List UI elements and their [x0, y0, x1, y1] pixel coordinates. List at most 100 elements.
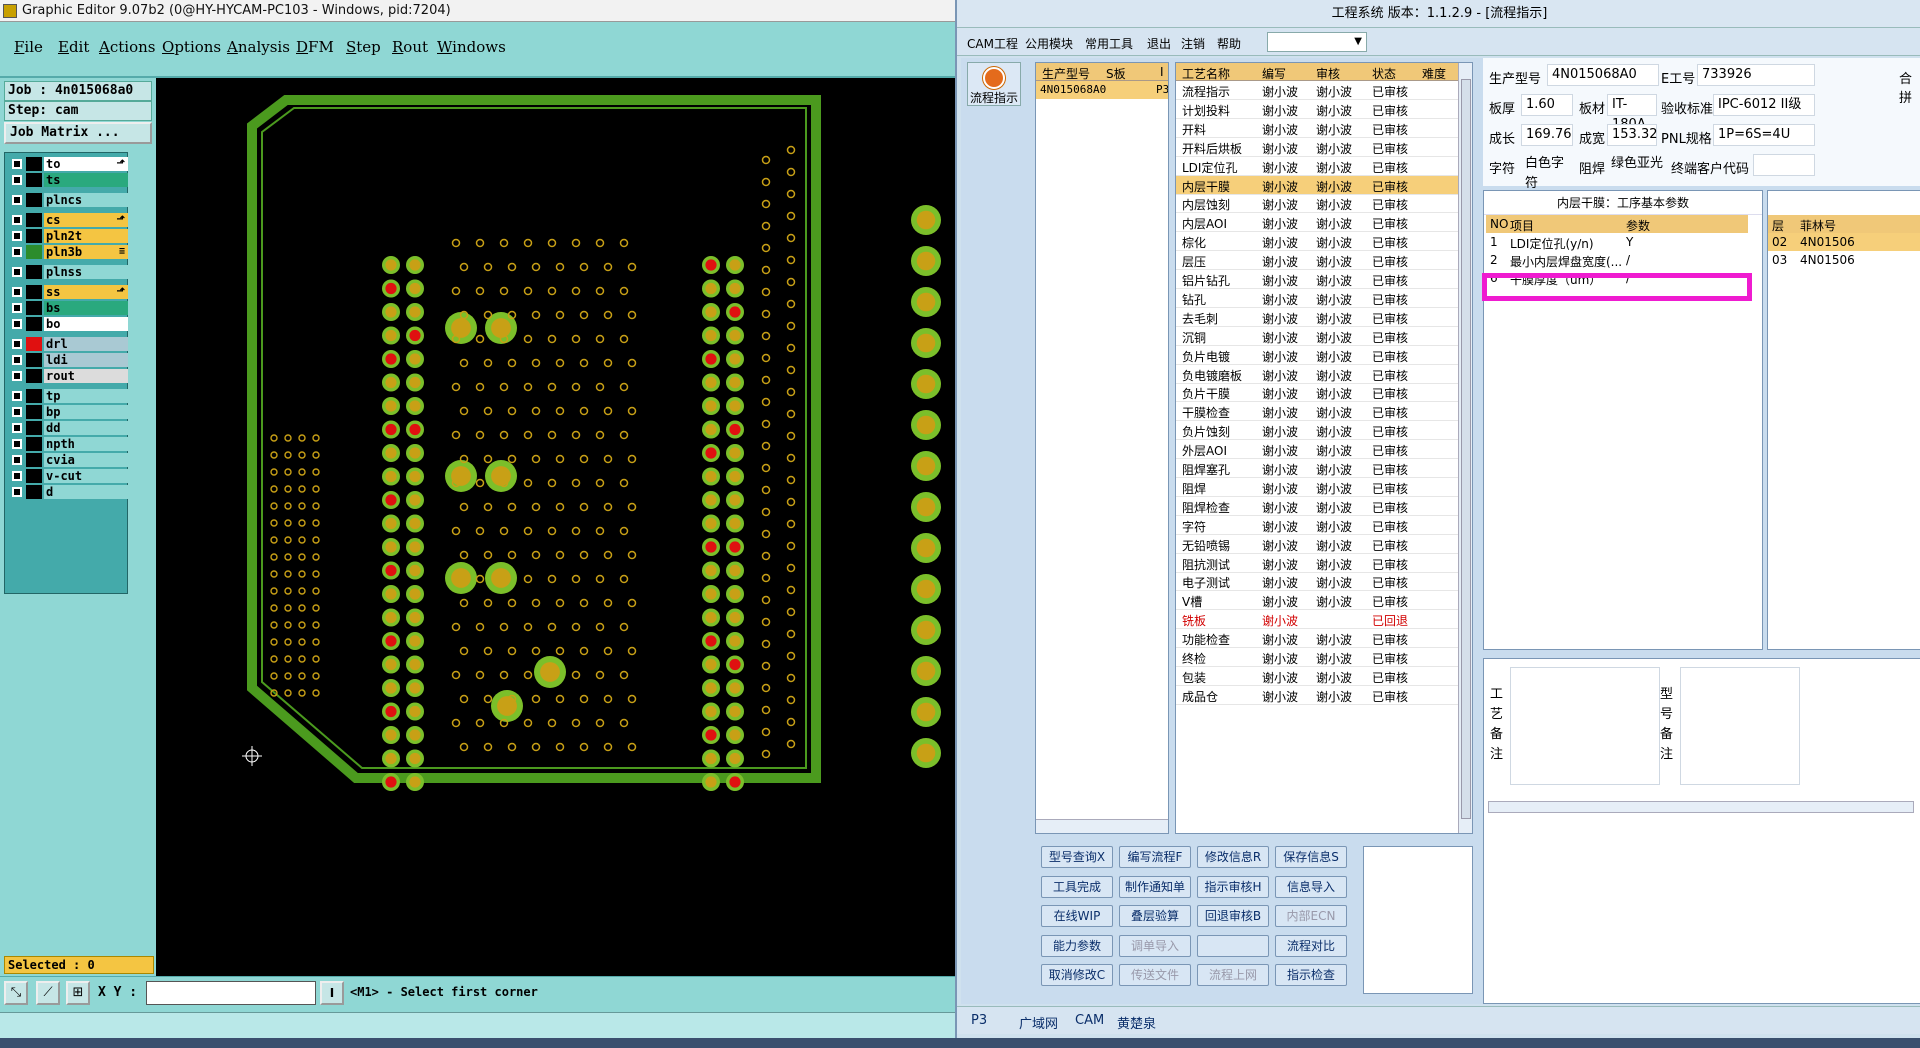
param-row[interactable]: 2 最小内层焊盘宽度(... / — [1486, 251, 1748, 269]
action-button-12[interactable]: 能力参数 — [1041, 934, 1113, 957]
zoom-tool-icon[interactable]: ⤡ — [4, 981, 28, 1005]
layer-name[interactable]: ldi — [44, 353, 128, 367]
process-row[interactable]: 负电镀磨板 谢小波 谢小波 已审核 — [1176, 365, 1472, 384]
process-row[interactable]: 内层干膜 谢小波 谢小波 已审核 — [1176, 175, 1472, 195]
process-row[interactable]: 开料 谢小波 谢小波 已审核 — [1176, 119, 1472, 138]
menu-common-module[interactable]: 公用模块 — [1025, 35, 1073, 52]
process-row[interactable]: 阻焊塞孔 谢小波 谢小波 已审核 — [1176, 459, 1472, 478]
process-row[interactable]: 流程指示 谢小波 谢小波 已审核 — [1176, 81, 1472, 100]
process-row[interactable]: 去毛刺 谢小波 谢小波 已审核 — [1176, 308, 1472, 327]
layer-checkbox[interactable] — [12, 471, 22, 481]
col-s-board[interactable]: S板 — [1106, 65, 1126, 82]
col-status[interactable]: 状态 — [1372, 65, 1396, 82]
layer-checkbox[interactable] — [12, 455, 22, 465]
action-button-6[interactable]: 指示审核H — [1197, 875, 1269, 898]
layer-name[interactable]: ss ⬏ — [44, 285, 128, 299]
action-button-16[interactable]: 取消修改C — [1041, 964, 1113, 986]
layer-name[interactable]: drl — [44, 337, 128, 351]
mask-value[interactable]: 绿色亚光 — [1607, 154, 1665, 176]
layer-checkbox[interactable] — [12, 391, 22, 401]
model-remark-input[interactable] — [1680, 667, 1800, 785]
process-row[interactable]: 层压 谢小波 谢小波 已审核 — [1176, 251, 1472, 271]
layer-checkbox[interactable] — [12, 355, 22, 365]
process-row[interactable]: 外层AOI 谢小波 谢小波 已审核 — [1176, 440, 1472, 460]
layer-row[interactable]: ss ⬏ — [8, 284, 128, 300]
process-row[interactable]: 沉铜 谢小波 谢小波 已审核 — [1176, 327, 1472, 346]
process-row[interactable]: LDI定位孔 谢小波 谢小波 已审核 — [1176, 157, 1472, 176]
menu-analysis[interactable]: Analysis — [227, 38, 290, 56]
layer-checkbox[interactable] — [12, 247, 22, 257]
process-row[interactable]: 无铅喷锡 谢小波 谢小波 已审核 — [1176, 535, 1472, 554]
process-row[interactable]: 终检 谢小波 谢小波 已审核 — [1176, 648, 1472, 667]
status-p3[interactable]: P3 — [971, 1013, 987, 1028]
process-row[interactable]: 钻孔 谢小波 谢小波 已审核 — [1176, 289, 1472, 308]
layer-checkbox[interactable] — [12, 195, 22, 205]
layer-row[interactable]: npth — [8, 436, 128, 452]
menu-actions[interactable]: Actions — [99, 38, 155, 56]
col-writer[interactable]: 编写 — [1262, 65, 1286, 82]
menu-step[interactable]: Step — [346, 38, 381, 56]
action-button-8[interactable]: 在线WIP — [1041, 905, 1113, 927]
layer-row[interactable]: bp — [8, 404, 128, 420]
layer-name[interactable]: v-cut — [44, 469, 128, 483]
layer-row[interactable]: to ⬏ — [8, 156, 128, 172]
process-row[interactable]: 开料后烘板 谢小波 谢小波 已审核 — [1176, 138, 1472, 157]
process-row[interactable]: 功能检查 谢小波 谢小波 已审核 — [1176, 629, 1472, 649]
layer-name[interactable]: ts — [44, 173, 128, 187]
process-row[interactable]: 棕化 谢小波 谢小波 已审核 — [1176, 232, 1472, 252]
layer-row[interactable]: tp — [8, 388, 128, 404]
layer-checkbox[interactable] — [12, 339, 22, 349]
process-row[interactable]: 内层蚀刻 谢小波 谢小波 已审核 — [1176, 194, 1472, 214]
layer-name[interactable]: d — [44, 485, 128, 499]
thickness-value[interactable]: 1.60 — [1521, 94, 1573, 116]
layer-row[interactable]: plncs — [8, 192, 128, 208]
layer-row[interactable]: bo — [8, 316, 128, 332]
layer-name[interactable]: plncs — [44, 193, 128, 207]
process-row[interactable]: 计划投料 谢小波 谢小波 已审核 — [1176, 100, 1472, 119]
info-button[interactable]: I — [320, 981, 344, 1005]
material-value[interactable]: IT-180A — [1607, 94, 1657, 132]
layer-row[interactable]: cvia — [8, 452, 128, 468]
action-button-5[interactable]: 制作通知单 — [1119, 875, 1191, 898]
layer-row[interactable]: d — [8, 484, 128, 500]
film-row[interactable]: 02 4N01506 — [1768, 233, 1920, 251]
product-row[interactable]: 4N015068A0 P3 — [1036, 81, 1168, 99]
film-row[interactable]: 03 4N01506 — [1768, 251, 1920, 269]
layer-checkbox[interactable] — [12, 439, 22, 449]
action-button-1[interactable]: 编写流程F — [1119, 846, 1191, 868]
remarks-hscroll[interactable] — [1488, 801, 1914, 813]
menu-rout[interactable]: Rout — [392, 38, 428, 56]
layer-checkbox[interactable] — [12, 319, 22, 329]
pcb-canvas[interactable] — [156, 78, 960, 976]
process-row[interactable]: 成品仓 谢小波 谢小波 已审核 — [1176, 686, 1472, 705]
process-row[interactable]: 阻焊检查 谢小波 谢小波 已审核 — [1176, 497, 1472, 516]
layer-name[interactable]: dd — [44, 421, 128, 435]
layer-checkbox[interactable] — [12, 175, 22, 185]
action-button-19[interactable]: 指示检查 — [1275, 964, 1347, 986]
model-value[interactable]: 4N015068A0 — [1547, 64, 1659, 86]
scroll-thumb[interactable] — [1461, 79, 1471, 819]
pnl-value[interactable]: 1P=6S=4U — [1713, 124, 1815, 146]
layer-checkbox[interactable] — [12, 303, 22, 313]
menu-cam-project[interactable]: CAM工程 — [967, 35, 1018, 52]
layer-name[interactable]: pln2t — [44, 229, 128, 243]
process-row[interactable]: 电子测试 谢小波 谢小波 已审核 — [1176, 572, 1472, 592]
process-row[interactable]: 负片电镀 谢小波 谢小波 已审核 — [1176, 346, 1472, 365]
action-button-9[interactable]: 叠层验算 — [1119, 905, 1191, 927]
menu-file[interactable]: File — [14, 38, 43, 56]
xy-input[interactable] — [146, 981, 316, 1005]
col-reviewer[interactable]: 审核 — [1316, 65, 1340, 82]
layer-checkbox[interactable] — [12, 215, 22, 225]
layer-name[interactable]: cs ⬏ — [44, 213, 128, 227]
product-hscroll[interactable] — [1036, 819, 1168, 833]
menu-logout[interactable]: 注销 — [1181, 35, 1205, 52]
action-button-18[interactable]: 流程上网 — [1197, 964, 1269, 986]
layer-row[interactable]: pln2t — [8, 228, 128, 244]
process-vscroll[interactable] — [1458, 63, 1472, 833]
process-row[interactable]: 铝片钻孔 谢小波 谢小波 已审核 — [1176, 270, 1472, 289]
process-row[interactable]: 阻抗测试 谢小波 谢小波 已审核 — [1176, 554, 1472, 573]
char-value[interactable]: 白色字符 — [1521, 154, 1573, 191]
layer-checkbox[interactable] — [12, 407, 22, 417]
col-difficulty[interactable]: 难度 — [1422, 65, 1446, 82]
process-row[interactable]: 字符 谢小波 谢小波 已审核 — [1176, 516, 1472, 535]
